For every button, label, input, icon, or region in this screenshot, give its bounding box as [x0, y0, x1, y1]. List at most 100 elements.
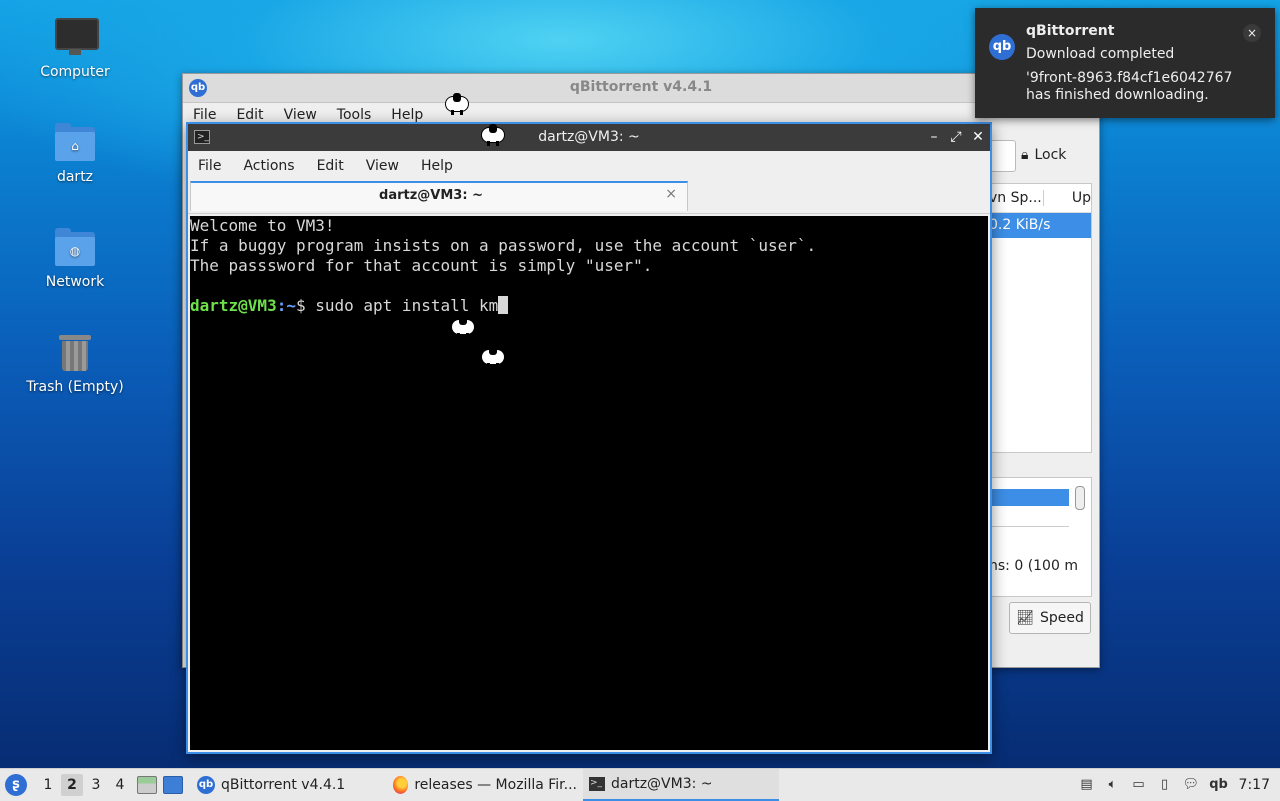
- qb-menu-view[interactable]: View: [284, 107, 317, 123]
- home-folder-icon: ⌂: [53, 123, 97, 163]
- qb-menu-edit[interactable]: Edit: [236, 107, 263, 123]
- torrent-row-selected[interactable]: 0.2 KiB/s: [989, 213, 1091, 238]
- desktop-icon-label: Trash (Empty): [26, 379, 124, 395]
- term-menu-file[interactable]: File: [198, 158, 221, 174]
- connections-text: ns: 0 (100 m: [989, 558, 1078, 574]
- notification-popup[interactable]: qb qBittorrent Download completed '9fron…: [975, 8, 1275, 118]
- terminal-line: The passsword for that account is simply…: [190, 256, 653, 275]
- qbittorrent-tray-icon[interactable]: qb: [1209, 777, 1229, 793]
- clock[interactable]: 7:17: [1239, 777, 1270, 793]
- workspace-1[interactable]: 1: [37, 774, 59, 796]
- divider: [989, 526, 1069, 527]
- term-menu-view[interactable]: View: [366, 158, 399, 174]
- qb-search-field-edge[interactable]: .: [989, 140, 1016, 172]
- lock-icon: 🔒︎: [1021, 147, 1029, 163]
- qbittorrent-title: qBittorrent v4.4.1: [569, 79, 713, 95]
- term-menu-actions[interactable]: Actions: [243, 158, 294, 174]
- terminal-output[interactable]: Welcome to VM3! If a buggy program insis…: [190, 216, 988, 750]
- torrent-down-speed: 0.2 KiB/s: [989, 217, 1051, 233]
- show-desktop-icon[interactable]: [163, 776, 183, 794]
- computer-icon: [53, 18, 99, 58]
- speed-button-label: Speed: [1039, 610, 1084, 626]
- firefox-icon: [393, 776, 409, 794]
- desktop-icon-home[interactable]: ⌂ dartz: [20, 123, 130, 185]
- workspace-2[interactable]: 2: [61, 774, 83, 796]
- minimize-icon[interactable]: –: [926, 128, 942, 146]
- sheep-sprite-icon: [480, 346, 506, 368]
- notification-summary: Download completed: [1026, 46, 1175, 62]
- network-folder-icon: ◍: [53, 228, 97, 268]
- column-up-speed[interactable]: Up: [1044, 190, 1091, 206]
- task-firefox[interactable]: releases — Mozilla Fir...: [387, 769, 583, 801]
- qbittorrent-visible-region: . 🔒︎ Lock vn Sp... Up 0.2 KiB/s ns: 0 (1…: [989, 126, 1097, 666]
- terminal-tab-label: dartz@VM3: ~: [379, 188, 483, 203]
- close-icon[interactable]: ✕: [970, 128, 986, 146]
- start-menu-icon[interactable]: ʂ: [5, 774, 27, 796]
- prompt-user: dartz@VM3: [190, 296, 277, 315]
- desktop-icon-trash[interactable]: Trash (Empty): [20, 333, 130, 395]
- terminal-icon: >_: [589, 777, 605, 791]
- task-label: releases — Mozilla Fir...: [414, 777, 577, 793]
- taskbar: ʂ 1 2 3 4 qb qBittorrent v4.4.1 releases…: [0, 768, 1280, 801]
- qb-menu-tools[interactable]: Tools: [337, 107, 372, 123]
- task-label: dartz@VM3: ~: [611, 776, 713, 792]
- terminal-line: If a buggy program insists on a password…: [190, 236, 817, 255]
- terminal-title: dartz@VM3: ~: [538, 129, 640, 145]
- prompt-symbol: $: [295, 296, 316, 315]
- terminal-prompt-line: dartz@VM3:~$ sudo apt install km: [190, 296, 988, 316]
- window-controls: – ⤢ ✕: [926, 128, 986, 146]
- sheep-sprite-icon: [450, 316, 476, 338]
- qb-menu-help[interactable]: Help: [391, 107, 423, 123]
- qbittorrent-logo-icon: qb: [989, 34, 1015, 60]
- workspace-4[interactable]: 4: [109, 774, 131, 796]
- trash-icon: [53, 333, 97, 373]
- terminal-line: Welcome to VM3!: [190, 216, 335, 235]
- task-qbittorrent[interactable]: qb qBittorrent v4.4.1: [191, 769, 387, 801]
- lock-button[interactable]: 🔒︎ Lock: [1021, 140, 1095, 170]
- volume-icon[interactable]: 🔈︎: [1105, 777, 1121, 793]
- desktop-icon-network[interactable]: ◍ Network: [20, 228, 130, 290]
- notification-body: '9front-8963.f84cf1e60427675: [1026, 70, 1233, 86]
- sheep-sprite-icon: [444, 93, 470, 115]
- notification-close-button[interactable]: ×: [1243, 24, 1261, 42]
- desktop-icon-label: dartz: [56, 169, 94, 185]
- workspace-3[interactable]: 3: [85, 774, 107, 796]
- lock-label: Lock: [1034, 147, 1067, 163]
- notes-icon[interactable]: ▯: [1157, 777, 1173, 793]
- terminal-window[interactable]: >_ dartz@VM3: ~ – ⤢ ✕ File Actions Edit …: [186, 122, 992, 754]
- network-icon[interactable]: ▭: [1131, 777, 1147, 793]
- term-menu-edit[interactable]: Edit: [317, 158, 344, 174]
- system-tray: ▤ 🔈︎ ▭ ▯ 💬︎ qb 7:17: [1079, 769, 1270, 801]
- terminal-titlebar[interactable]: >_ dartz@VM3: ~ – ⤢ ✕: [188, 124, 990, 151]
- desktop-icon-label: Computer: [40, 64, 110, 80]
- properties-panel[interactable]: ns: 0 (100 m: [989, 477, 1092, 597]
- task-label: qBittorrent v4.4.1: [221, 777, 346, 793]
- torrent-list[interactable]: vn Sp... Up 0.2 KiB/s: [989, 183, 1092, 453]
- file-manager-launcher-icon[interactable]: [137, 776, 157, 794]
- speed-button[interactable]: 📈︎ Speed: [1009, 602, 1091, 634]
- desktop-icon-label: Network: [45, 274, 105, 290]
- task-terminal[interactable]: >_ dartz@VM3: ~: [583, 769, 779, 801]
- chart-icon: 📈︎: [1016, 610, 1034, 626]
- torrent-list-header: vn Sp... Up: [989, 184, 1091, 213]
- sheep-sprite-icon: [480, 124, 506, 146]
- qbittorrent-logo-icon: qb: [197, 776, 215, 794]
- notification-app: qBittorrent: [1026, 23, 1115, 39]
- column-down-speed[interactable]: vn Sp...: [989, 190, 1044, 206]
- term-menu-help[interactable]: Help: [421, 158, 453, 174]
- terminal-menubar: File Actions Edit View Help: [188, 151, 990, 181]
- text-cursor: [498, 296, 509, 314]
- desktop-icon-computer[interactable]: Computer: [20, 18, 130, 80]
- terminal-tab[interactable]: dartz@VM3: ~ ×: [190, 181, 688, 211]
- clipboard-icon[interactable]: ▤: [1079, 777, 1095, 793]
- qbittorrent-titlebar[interactable]: qb qBittorrent v4.4.1: [183, 74, 1099, 103]
- terminal-tabbar: dartz@VM3: ~ ×: [188, 181, 990, 214]
- tab-close-icon[interactable]: ×: [665, 186, 677, 202]
- progress-bar: [989, 489, 1069, 506]
- typed-command: sudo apt install km: [315, 296, 499, 315]
- maximize-icon[interactable]: ⤢: [948, 128, 964, 146]
- chat-notification-icon[interactable]: 💬︎: [1183, 777, 1200, 793]
- qb-menu-file[interactable]: File: [193, 107, 216, 123]
- scrollbar[interactable]: [1075, 486, 1085, 510]
